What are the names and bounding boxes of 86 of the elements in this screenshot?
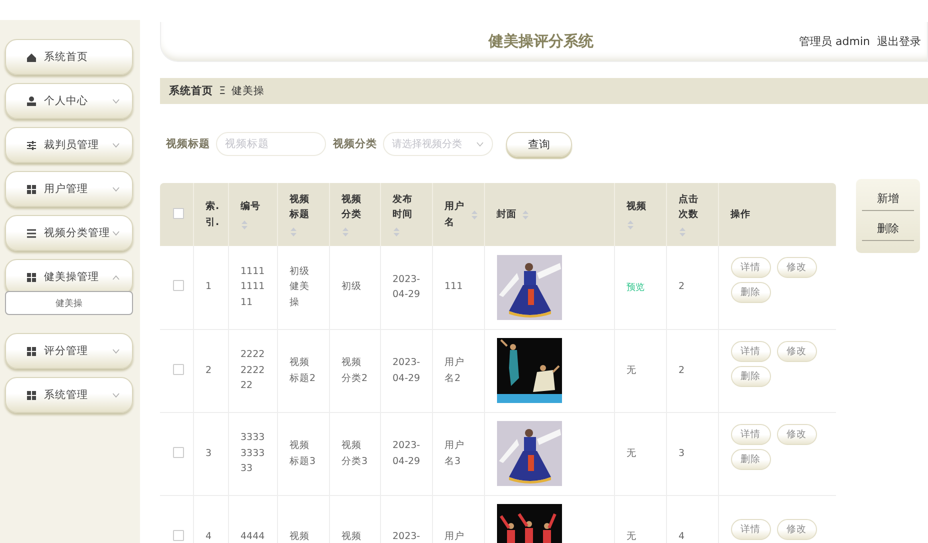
search-button[interactable]: 查询: [506, 132, 572, 156]
column-header: 编号: [240, 200, 262, 214]
row-action-button[interactable]: 删除: [730, 366, 770, 386]
table-cell-text: 1: [206, 280, 212, 294]
breadcrumb-current: 健美操: [232, 84, 265, 98]
row-action-button[interactable]: 修改: [776, 257, 816, 278]
submenu-item[interactable]: 健美操: [5, 291, 133, 315]
table-cell-text: 初级: [342, 280, 362, 294]
row-action-button[interactable]: 修改: [776, 519, 816, 540]
breadcrumb-separator: Ξ: [219, 85, 226, 97]
field-label: 视频分类: [333, 137, 377, 151]
table-cell-text: 111: [444, 280, 464, 294]
column-header: 点击次数: [678, 192, 700, 222]
column-header: 用户名: [444, 200, 466, 230]
table-cell-text: 3: [678, 446, 685, 461]
grid-icon: [26, 184, 37, 194]
list-icon: [26, 228, 37, 238]
checkbox[interactable]: [173, 280, 184, 292]
row-action-button[interactable]: 详情: [730, 340, 770, 362]
table-cell-text: 2: [678, 364, 685, 378]
table-cell-text: 用户: [444, 530, 466, 543]
input-field[interactable]: 视频标题: [216, 132, 326, 156]
table-cell-text: 4: [206, 530, 212, 543]
table-cell-text: 视频标题3: [290, 438, 317, 468]
table-cell-text: 视频分类3: [342, 438, 369, 468]
table-cell-text: 3: [206, 446, 212, 461]
row-action-button[interactable]: 详情: [730, 257, 770, 278]
action-button[interactable]: 删除: [862, 217, 914, 241]
home-icon: [26, 52, 37, 62]
table-cell-text: 2023-04-29: [392, 356, 422, 386]
column-header: 操作: [730, 208, 750, 222]
table-cell-text: 无: [626, 364, 636, 378]
grid-icon: [26, 346, 37, 356]
table-cell-text: 初级健美操: [290, 264, 310, 310]
row-action-button[interactable]: 修改: [776, 424, 816, 444]
menu-item[interactable]: 裁判员管理: [5, 127, 133, 163]
row-action-button[interactable]: 详情: [730, 424, 770, 444]
grid-icon: [26, 272, 37, 282]
grid-icon: [26, 390, 37, 400]
menu-item[interactable]: 个人中心: [5, 83, 133, 119]
user-label: 管理员 admin: [799, 34, 870, 49]
table-cell-text: 2: [206, 364, 212, 378]
table-cell-text: 用户名2: [444, 356, 466, 386]
checkbox[interactable]: [173, 530, 184, 540]
breadcrumb-link[interactable]: 系统首页: [169, 84, 213, 98]
logout-link[interactable]: 退出登录: [877, 34, 921, 49]
table-cell-text: 1111111111: [240, 264, 266, 310]
table-cell-text: 用户名3: [444, 438, 466, 468]
menu-item[interactable]: 用户管理: [5, 171, 133, 207]
column-header: 视频标题: [290, 192, 310, 222]
checkbox[interactable]: [173, 364, 184, 374]
table-cell-text: 2: [678, 280, 685, 294]
field-label: 视频标题: [166, 137, 210, 151]
action-button[interactable]: 新增: [862, 187, 914, 211]
column-header: 视频: [626, 200, 648, 214]
column-header: 发布时间: [392, 192, 414, 222]
table-cell-text: 视频: [290, 530, 310, 543]
table-cell-text: 无: [626, 530, 636, 543]
chevron-down-icon: [476, 142, 484, 146]
checkbox[interactable]: [173, 208, 184, 218]
table-cell-text: 视频标题2: [290, 356, 317, 386]
column-header: 视频分类: [342, 192, 362, 222]
column-header: 封面: [496, 208, 516, 222]
table-cell-text: 视频分类2: [342, 356, 369, 386]
table-cell-text: 2023-04-29: [392, 438, 422, 468]
table-cell-text: 无: [626, 446, 636, 461]
row-action-button[interactable]: 删除: [730, 448, 770, 470]
table-cell-text: 2023-: [392, 530, 422, 543]
table-cell-text: 2222222222: [240, 348, 266, 394]
column-header: 索.引.: [206, 200, 220, 230]
person-icon: [26, 96, 37, 106]
row-action-button[interactable]: 删除: [730, 282, 770, 304]
table-cell-text: 视频: [342, 530, 362, 543]
row-action-button[interactable]: 详情: [730, 519, 770, 540]
app-title: 健美操评分系统: [488, 32, 594, 51]
menu-item[interactable]: 视频分类管理: [5, 215, 133, 251]
sliders-icon: [26, 140, 37, 150]
table-cell-text: 3333333333: [240, 430, 266, 476]
menu-item[interactable]: 系统首页: [5, 39, 133, 75]
table-cell-text: 4444: [240, 530, 266, 543]
row-action-button[interactable]: 修改: [776, 340, 816, 362]
table-cell-text: 4: [678, 530, 685, 543]
table-cell-text: 2023-04-29: [392, 272, 422, 302]
menu-item[interactable]: 系统管理: [5, 377, 133, 413]
menu-item[interactable]: 评分管理: [5, 333, 133, 369]
checkbox[interactable]: [173, 446, 184, 458]
